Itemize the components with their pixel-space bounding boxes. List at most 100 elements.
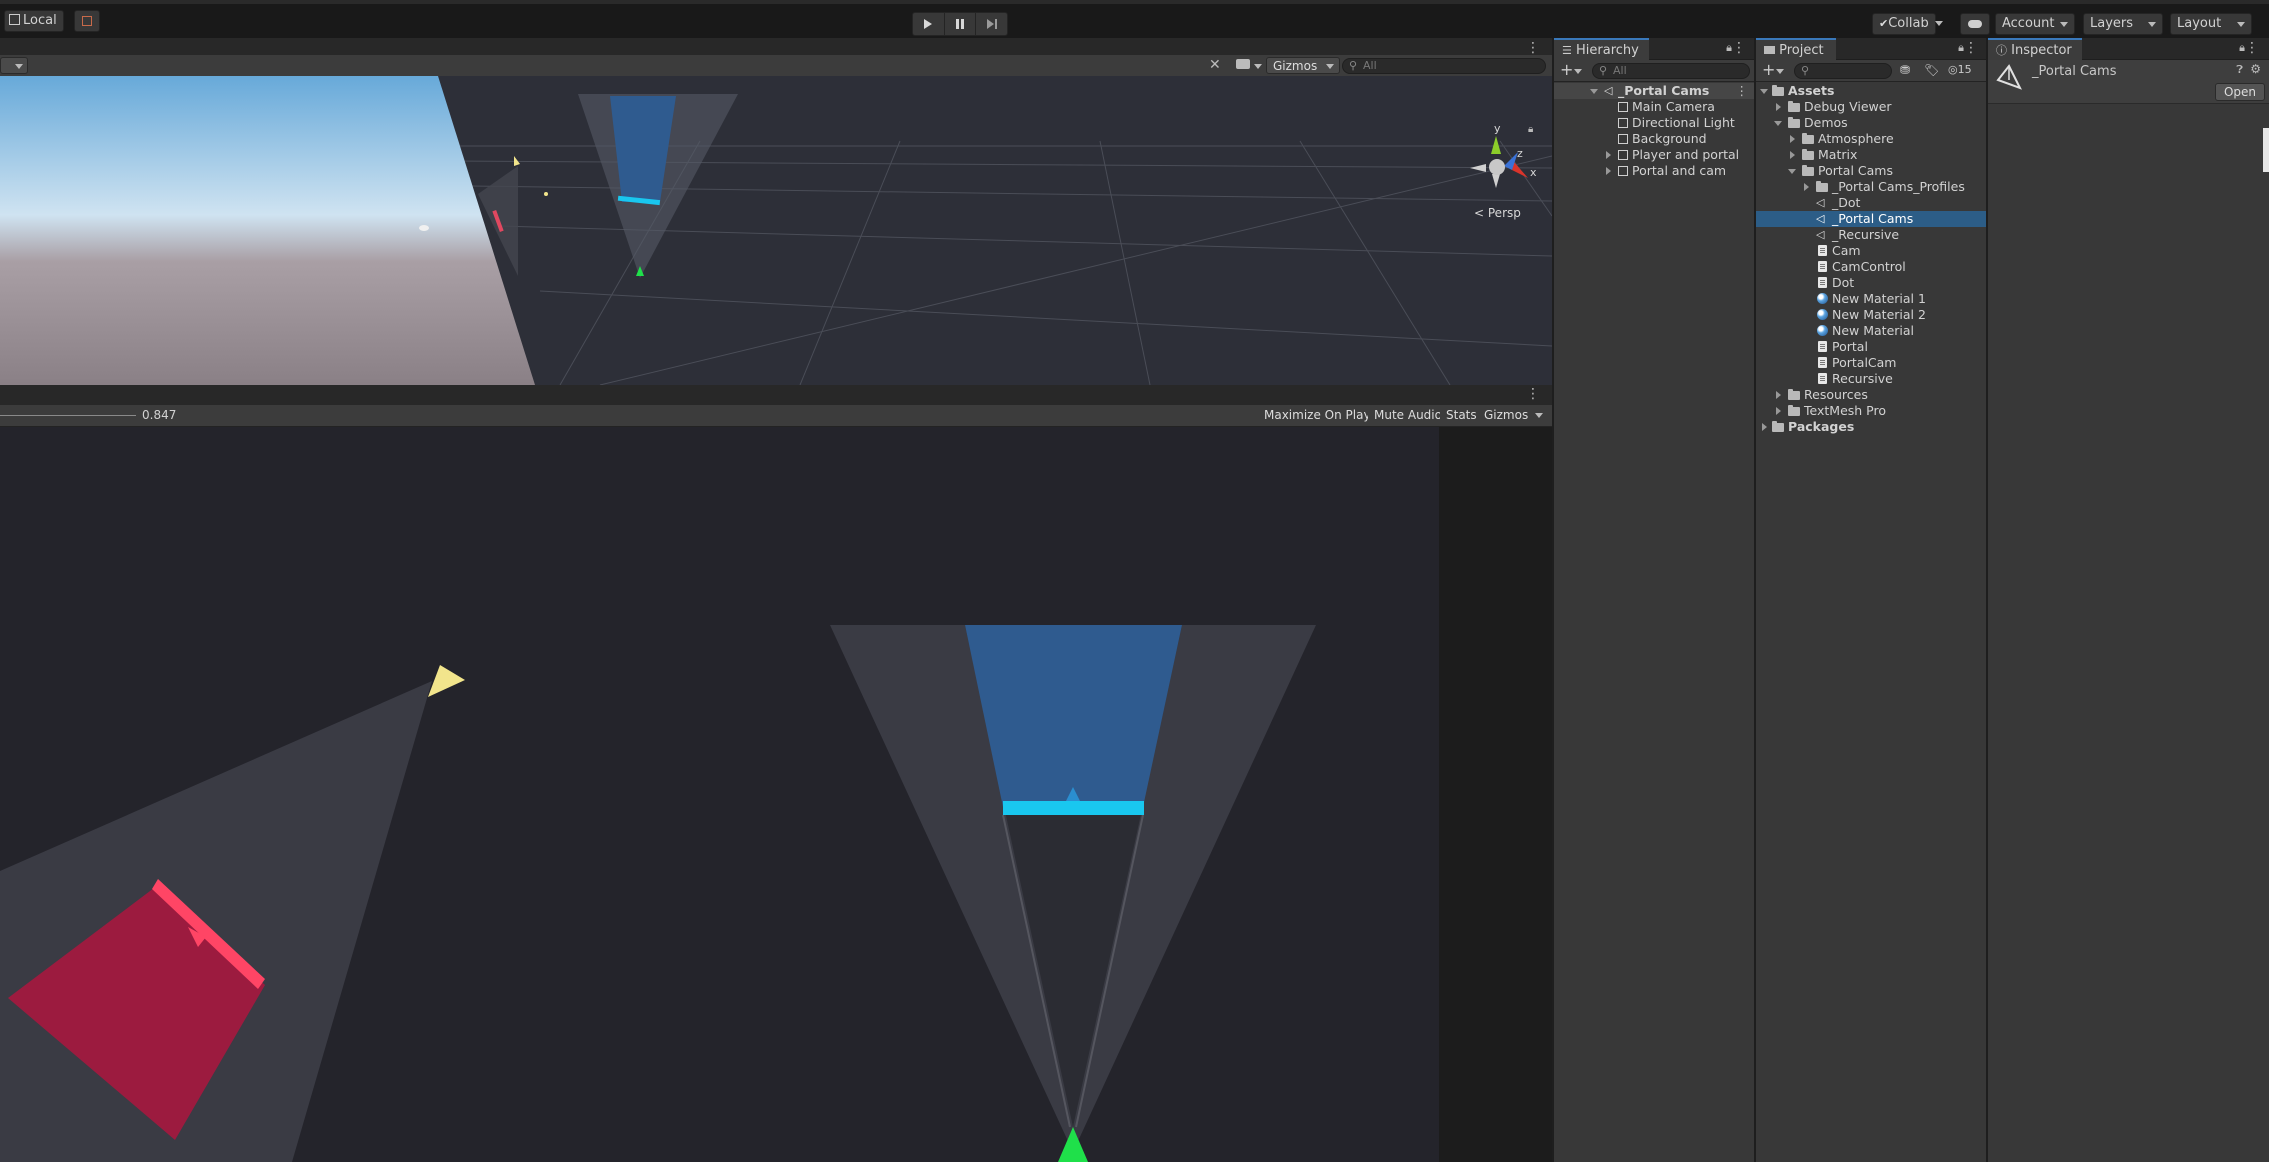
cloud-button[interactable] <box>1960 13 1990 35</box>
more-options-icon[interactable]: ⋮ <box>1736 83 1749 99</box>
pause-button[interactable] <box>945 13 977 35</box>
camera-icon[interactable] <box>1236 59 1250 69</box>
project-item-resources[interactable]: Resources <box>1756 387 1986 403</box>
scene-gizmos-dropdown[interactable]: Gizmos <box>1266 57 1341 74</box>
project-item-label: Debug Viewer <box>1804 99 1892 114</box>
project-item-label: CamControl <box>1832 259 1906 274</box>
project-item-portal[interactable]: Portal <box>1756 339 1986 355</box>
hidden-packages-icon[interactable]: ◎15 <box>1948 63 1972 76</box>
stats-toggle[interactable]: Stats <box>1440 407 1483 425</box>
project-item-dot-scene[interactable]: ◁ _Dot <box>1756 195 1986 211</box>
hierarchy-item-scene[interactable]: ◁ _Portal Cams ⋮ <box>1554 83 1754 99</box>
mute-audio-toggle[interactable]: Mute Audio <box>1368 407 1448 425</box>
script-icon <box>1818 277 1827 288</box>
tab-hierarchy[interactable]: ☰ Hierarchy <box>1554 38 1649 60</box>
project-item-matrix[interactable]: Matrix <box>1756 147 1986 163</box>
info-icon: ⓘ <box>1996 44 2007 57</box>
chevron-down-icon <box>1574 69 1582 74</box>
local-button[interactable]: Local <box>4 10 64 32</box>
tools-icon[interactable]: ✕ <box>1209 57 1221 73</box>
gear-icon[interactable]: ⚙ <box>2250 62 2261 76</box>
gizmos-label: Gizmos <box>1484 408 1529 422</box>
project-item-recursive[interactable]: Recursive <box>1756 371 1986 387</box>
project-item-new-material-2[interactable]: New Material 2 <box>1756 307 1986 323</box>
expand-icon[interactable] <box>1606 167 1611 175</box>
script-icon <box>1818 261 1827 272</box>
unity-scene-icon: ◁ <box>1816 228 1825 241</box>
unity-scene-icon: ◁ <box>1604 84 1613 97</box>
unity-scene-icon <box>1996 64 2022 90</box>
add-icon[interactable]: + <box>1762 60 1775 79</box>
cyan-portal-edge <box>1003 801 1144 815</box>
more-options-icon[interactable]: ⋮ <box>1732 40 1746 56</box>
open-button[interactable]: Open <box>2214 83 2265 101</box>
project-item-cam[interactable]: Cam <box>1756 243 1986 259</box>
draw-mode-dropdown[interactable] <box>0 57 28 74</box>
game-gizmos-dropdown[interactable]: Gizmos <box>1478 407 1549 425</box>
expand-icon[interactable] <box>1606 151 1611 159</box>
script-icon <box>1818 245 1827 256</box>
hierarchy-item-background[interactable]: Background <box>1554 131 1754 147</box>
add-icon[interactable]: + <box>1560 60 1573 79</box>
persp-label[interactable]: < Persp <box>1474 206 1521 220</box>
scene-panel: ⋮ ✕ Gizmos All <box>0 38 1552 385</box>
more-options-icon[interactable]: ⋮ <box>2245 40 2259 56</box>
project-item-new-material-1[interactable]: New Material 1 <box>1756 291 1986 307</box>
layers-dropdown[interactable]: Layers <box>2083 13 2163 35</box>
project-item-portal-cams-scene[interactable]: ◁ _Portal Cams <box>1756 211 1986 227</box>
lock-icon[interactable]: 🔒︎ <box>1528 124 1533 135</box>
project-item-atmosphere[interactable]: Atmosphere <box>1756 131 1986 147</box>
collab-button[interactable]: ✔Collab <box>1872 13 1943 35</box>
hierarchy-search-input[interactable]: All <box>1592 63 1750 79</box>
account-dropdown[interactable]: Account <box>1995 13 2075 35</box>
project-item-label: Recursive <box>1832 371 1893 386</box>
scene-search-input[interactable]: All <box>1342 58 1546 74</box>
scale-value: 0.847 <box>142 408 177 422</box>
material-icon <box>1817 325 1828 336</box>
snap-button[interactable] <box>74 10 100 32</box>
hierarchy-item-portal-and-cam[interactable]: Portal and cam <box>1554 163 1754 179</box>
play-button[interactable] <box>913 13 945 35</box>
project-item-debug-viewer[interactable]: Debug Viewer <box>1756 99 1986 115</box>
tab-project[interactable]: Project <box>1756 38 1836 60</box>
folder-icon <box>1772 85 1784 96</box>
game-viewport[interactable] <box>0 427 1552 1162</box>
scene-viewport[interactable]: y z x 🔒︎ < Persp <box>0 76 1552 385</box>
project-item-assets[interactable]: Assets <box>1756 83 1986 99</box>
project-item-new-material[interactable]: New Material <box>1756 323 1986 339</box>
project-toolbar: + ⛃ 🏷︎ ◎15 <box>1756 60 1986 82</box>
hierarchy-item-player-and-portal[interactable]: Player and portal <box>1554 147 1754 163</box>
project-search-input[interactable] <box>1794 63 1892 79</box>
more-options-icon[interactable]: ⋮ <box>1526 386 1540 402</box>
gameobject-icon <box>1618 118 1628 128</box>
label-icon[interactable]: 🏷︎ <box>1924 63 1939 77</box>
more-options-icon[interactable]: ⋮ <box>1526 40 1540 56</box>
project-item-dot[interactable]: Dot <box>1756 275 1986 291</box>
project-item-portalcam[interactable]: PortalCam <box>1756 355 1986 371</box>
project-item-portal-cams-folder[interactable]: Portal Cams <box>1756 163 1986 179</box>
filter-type-icon[interactable]: ⛃ <box>1900 63 1910 77</box>
tab-inspector[interactable]: ⓘ Inspector <box>1988 38 2082 60</box>
project-item-label: TextMesh Pro <box>1804 403 1886 418</box>
hierarchy-item-label: Background <box>1632 131 1707 146</box>
step-button[interactable] <box>976 13 1007 35</box>
scene-white-object <box>419 225 429 231</box>
hierarchy-item-main-camera[interactable]: Main Camera <box>1554 99 1754 115</box>
project-item-recursive-scene[interactable]: ◁ _Recursive <box>1756 227 1986 243</box>
layout-dropdown[interactable]: Layout <box>2170 13 2252 35</box>
search-placeholder: All <box>1363 59 1377 72</box>
more-options-icon[interactable]: ⋮ <box>1964 40 1978 56</box>
project-item-demos[interactable]: Demos <box>1756 115 1986 131</box>
layers-label: Layers <box>2090 16 2134 31</box>
scale-slider-track[interactable] <box>0 415 136 416</box>
project-item-textmesh-pro[interactable]: TextMesh Pro <box>1756 403 1986 419</box>
project-item-packages[interactable]: Packages <box>1756 419 1986 435</box>
help-icon[interactable]: ❓︎ <box>2236 63 2243 77</box>
maximize-on-play-toggle[interactable]: Maximize On Play <box>1258 407 1377 425</box>
hierarchy-item-directional-light[interactable]: Directional Light <box>1554 115 1754 131</box>
project-item-label: Portal Cams <box>1818 163 1893 178</box>
stats-label: Stats <box>1446 408 1477 422</box>
project-item-camcontrol[interactable]: CamControl <box>1756 259 1986 275</box>
project-item-label: Matrix <box>1818 147 1858 162</box>
project-item-portal-cams-profiles[interactable]: _Portal Cams_Profiles <box>1756 179 1986 195</box>
